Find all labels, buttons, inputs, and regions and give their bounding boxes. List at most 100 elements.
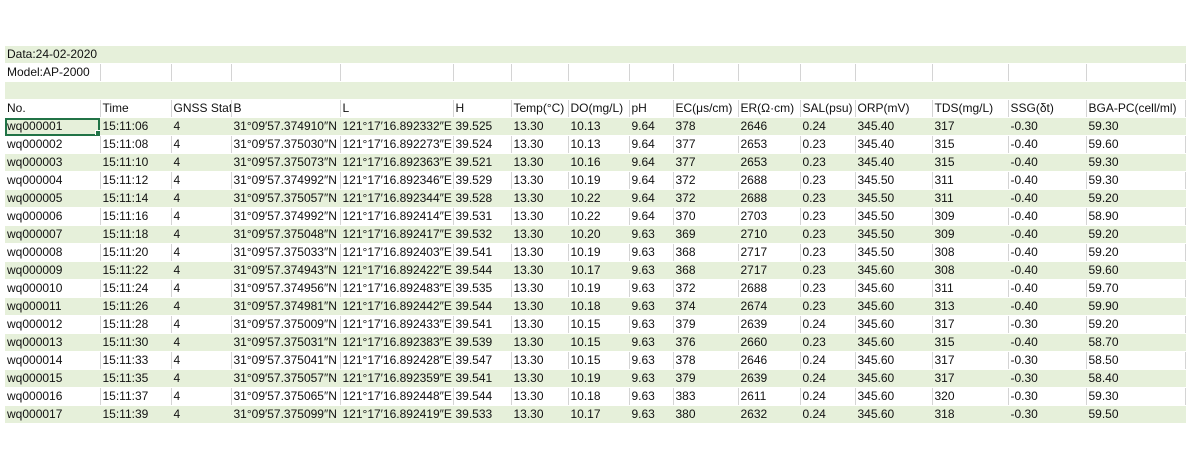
table-cell[interactable]: 31°09′57.374981″N (231, 297, 341, 316)
table-cell[interactable]: 10.19 (568, 243, 630, 262)
table-cell[interactable]: 368 (673, 243, 739, 262)
table-cell[interactable]: 121°17′16.892359″E (340, 369, 454, 388)
table-cell[interactable]: wq000001 (5, 117, 101, 136)
table-cell[interactable]: 345.50 (855, 243, 933, 262)
table-cell[interactable]: wq000011 (5, 297, 101, 316)
table-cell[interactable]: 10.19 (568, 369, 630, 388)
table-cell[interactable]: 9.63 (629, 369, 674, 388)
table-cell[interactable]: -0.30 (1008, 369, 1087, 388)
table-cell[interactable]: 2646 (738, 351, 801, 370)
table-cell[interactable]: 31°09′57.375073″N (231, 153, 341, 172)
table-cell[interactable]: 10.17 (568, 405, 630, 424)
table-cell[interactable]: 59.30 (1086, 387, 1186, 406)
table-cell[interactable]: 345.60 (855, 351, 933, 370)
table-cell[interactable]: 31°09′57.374992″N (231, 171, 341, 190)
table-cell[interactable]: 121°17′16.892422″E (340, 261, 454, 280)
table-cell[interactable]: 4 (171, 243, 232, 262)
table-cell[interactable]: wq000008 (5, 243, 101, 262)
table-cell[interactable]: 9.64 (629, 117, 674, 136)
column-header[interactable]: Temp(°C) (511, 99, 569, 118)
table-cell[interactable]: 4 (171, 279, 232, 298)
table-cell[interactable]: 2639 (738, 369, 801, 388)
table-cell[interactable]: -0.40 (1008, 207, 1087, 226)
table-cell[interactable]: 345.60 (855, 405, 933, 424)
table-cell[interactable]: 13.30 (511, 135, 569, 154)
table-cell[interactable]: 39.541 (453, 369, 512, 388)
table-cell[interactable]: 4 (171, 297, 232, 316)
table-cell[interactable]: -0.40 (1008, 153, 1087, 172)
table-cell[interactable]: 377 (673, 153, 739, 172)
table-cell[interactable]: 10.15 (568, 315, 630, 334)
table-cell[interactable]: 0.23 (800, 243, 856, 262)
table-cell[interactable]: 13.30 (511, 279, 569, 298)
table-cell[interactable]: 0.24 (800, 117, 856, 136)
table-cell[interactable]: 2646 (738, 117, 801, 136)
table-cell[interactable]: 10.15 (568, 333, 630, 352)
table-cell[interactable]: 315 (932, 153, 1009, 172)
table-cell[interactable]: 31°09′57.374992″N (231, 207, 341, 226)
table-cell[interactable]: 2653 (738, 135, 801, 154)
table-cell[interactable]: 121°17′16.892428″E (340, 351, 454, 370)
table-cell[interactable]: 315 (932, 135, 1009, 154)
table-cell[interactable]: 9.64 (629, 207, 674, 226)
table-cell[interactable]: 15:11:14 (100, 189, 172, 208)
table-cell[interactable]: 345.60 (855, 369, 933, 388)
table-cell[interactable]: 376 (673, 333, 739, 352)
table-cell[interactable]: 309 (932, 207, 1009, 226)
table-cell[interactable]: 311 (932, 171, 1009, 190)
table-cell[interactable]: 13.30 (511, 117, 569, 136)
table-cell[interactable]: 2639 (738, 315, 801, 334)
table-cell[interactable]: 121°17′16.892383″E (340, 333, 454, 352)
table-cell[interactable]: 317 (932, 315, 1009, 334)
table-cell[interactable]: 308 (932, 243, 1009, 262)
table-cell[interactable]: 39.529 (453, 171, 512, 190)
table-cell[interactable]: 15:11:37 (100, 387, 172, 406)
model-cell[interactable]: Model:AP-2000 (5, 63, 101, 82)
table-cell[interactable]: 309 (932, 225, 1009, 244)
table-cell[interactable]: wq000007 (5, 225, 101, 244)
table-cell[interactable]: -0.40 (1008, 333, 1087, 352)
table-cell[interactable]: 59.20 (1086, 189, 1186, 208)
table-cell[interactable]: 2653 (738, 153, 801, 172)
column-header[interactable]: No. (5, 99, 101, 118)
table-cell[interactable]: 58.70 (1086, 333, 1186, 352)
column-header[interactable]: SSG(δt) (1008, 99, 1087, 118)
table-cell[interactable]: 10.22 (568, 189, 630, 208)
table-cell[interactable]: wq000004 (5, 171, 101, 190)
table-cell[interactable]: 318 (932, 405, 1009, 424)
table-cell[interactable]: 121°17′16.892433″E (340, 315, 454, 334)
table-cell[interactable]: 9.63 (629, 279, 674, 298)
table-cell[interactable]: 9.64 (629, 135, 674, 154)
table-cell[interactable]: 13.30 (511, 153, 569, 172)
table-cell[interactable]: 0.23 (800, 261, 856, 280)
table-cell[interactable]: 31°09′57.375048″N (231, 225, 341, 244)
table-cell[interactable]: wq000010 (5, 279, 101, 298)
table-cell[interactable]: 0.24 (800, 315, 856, 334)
table-cell[interactable]: 9.64 (629, 189, 674, 208)
table-cell[interactable]: 15:11:35 (100, 369, 172, 388)
table-cell[interactable]: 4 (171, 405, 232, 424)
table-cell[interactable]: 10.22 (568, 207, 630, 226)
table-cell[interactable]: 15:11:39 (100, 405, 172, 424)
table-cell[interactable]: 2688 (738, 189, 801, 208)
table-cell[interactable]: 13.30 (511, 369, 569, 388)
table-cell[interactable]: 345.50 (855, 171, 933, 190)
table-cell[interactable]: 345.50 (855, 189, 933, 208)
table-cell[interactable]: 39.531 (453, 207, 512, 226)
column-header[interactable]: ORP(mV) (855, 99, 933, 118)
table-cell[interactable]: 39.521 (453, 153, 512, 172)
column-header[interactable]: ER(Ω·cm) (738, 99, 801, 118)
table-cell[interactable]: 121°17′16.892346″E (340, 171, 454, 190)
table-cell[interactable]: -0.40 (1008, 297, 1087, 316)
table-cell[interactable]: 9.63 (629, 405, 674, 424)
table-cell[interactable]: wq000016 (5, 387, 101, 406)
table-cell[interactable]: 121°17′16.892448″E (340, 387, 454, 406)
table-cell[interactable]: wq000012 (5, 315, 101, 334)
table-cell[interactable]: 58.90 (1086, 207, 1186, 226)
table-cell[interactable]: 121°17′16.892442″E (340, 297, 454, 316)
table-cell[interactable]: 10.13 (568, 135, 630, 154)
table-cell[interactable]: 39.541 (453, 315, 512, 334)
table-cell[interactable]: 39.539 (453, 333, 512, 352)
table-cell[interactable]: 4 (171, 117, 232, 136)
table-cell[interactable]: 10.13 (568, 117, 630, 136)
